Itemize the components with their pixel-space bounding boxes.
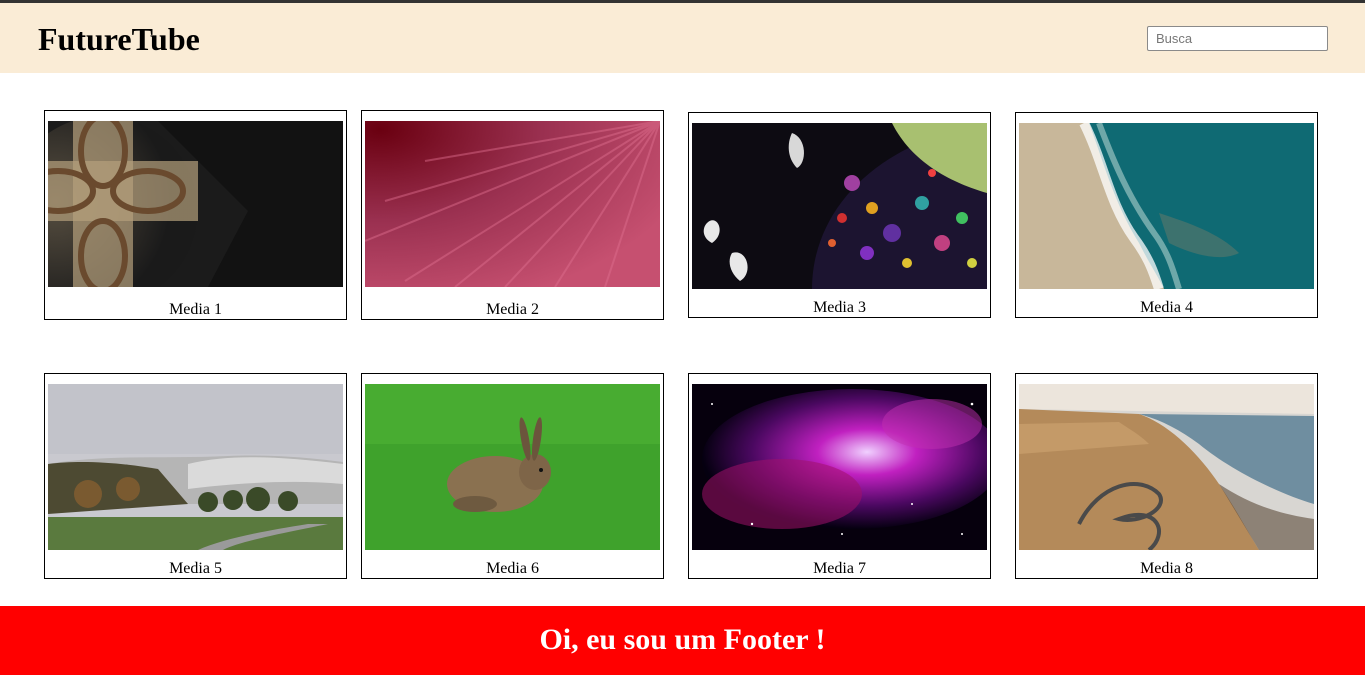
- media-thumbnail[interactable]: [1019, 123, 1314, 289]
- media-title[interactable]: Media 8: [1016, 560, 1317, 578]
- media-title[interactable]: Media 7: [689, 560, 990, 578]
- media-title[interactable]: Media 6: [362, 560, 663, 578]
- media-card[interactable]: Media 3: [688, 112, 991, 318]
- media-thumbnail[interactable]: [692, 384, 987, 550]
- footer-text: Oi, eu sou um Footer !: [539, 623, 826, 656]
- media-card[interactable]: Media 4: [1015, 112, 1318, 318]
- media-thumbnail[interactable]: [48, 384, 343, 550]
- media-title[interactable]: Media 4: [1016, 299, 1317, 317]
- media-card[interactable]: Media 7: [688, 373, 991, 579]
- media-title[interactable]: Media 2: [362, 301, 663, 319]
- search-input[interactable]: [1147, 26, 1328, 51]
- media-title[interactable]: Media 1: [45, 301, 346, 319]
- media-title[interactable]: Media 3: [689, 299, 990, 317]
- media-thumbnail[interactable]: [692, 123, 987, 289]
- media-card[interactable]: Media 1: [44, 110, 347, 320]
- media-card[interactable]: Media 8: [1015, 373, 1318, 579]
- media-card[interactable]: Media 5: [44, 373, 347, 579]
- media-card[interactable]: Media 2: [361, 110, 664, 320]
- media-thumbnail[interactable]: [48, 121, 343, 287]
- media-title[interactable]: Media 5: [45, 560, 346, 578]
- brand-logo-text[interactable]: FutureTube: [38, 20, 200, 58]
- site-footer: Oi, eu sou um Footer !: [0, 606, 1365, 675]
- media-thumbnail[interactable]: [365, 384, 660, 550]
- media-thumbnail[interactable]: [365, 121, 660, 287]
- media-card[interactable]: Media 6: [361, 373, 664, 579]
- site-header: FutureTube: [0, 3, 1365, 73]
- media-thumbnail[interactable]: [1019, 384, 1314, 550]
